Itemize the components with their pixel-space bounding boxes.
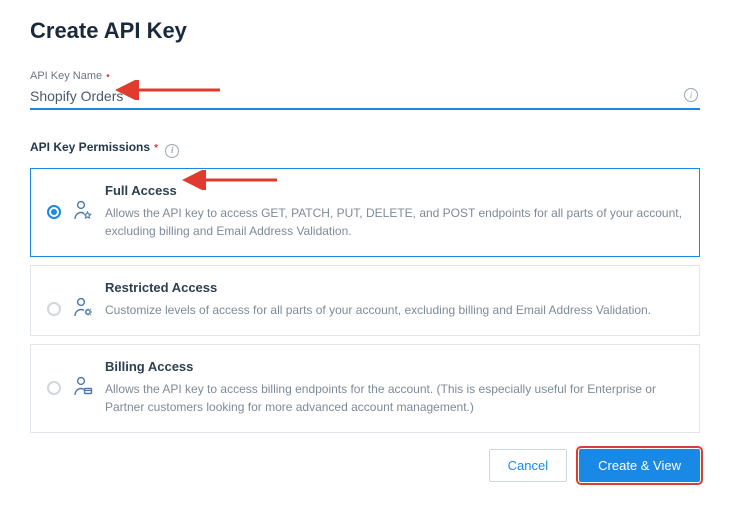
radio-restricted-access[interactable] [47,302,61,316]
permission-option-full-access[interactable]: Full Access Allows the API key to access… [30,168,700,257]
option-description: Customize levels of access for all parts… [105,301,683,319]
required-indicator: • [106,71,110,82]
option-body: Billing Access Allows the API key to acc… [105,359,683,416]
radio-full-access[interactable] [47,205,61,219]
api-key-name-label: API Key Name • [30,70,700,82]
cancel-button[interactable]: Cancel [489,449,567,482]
required-indicator: * [154,143,158,154]
permission-option-restricted-access[interactable]: Restricted Access Customize levels of ac… [30,265,700,336]
option-body: Full Access Allows the API key to access… [105,183,683,240]
info-icon[interactable]: i [684,88,698,102]
api-key-name-input[interactable] [30,86,700,108]
option-body: Restricted Access Customize levels of ac… [105,280,683,319]
radio-billing-access[interactable] [47,381,61,395]
page-title: Create API Key [30,18,700,44]
permissions-heading: API Key Permissions * i [30,140,700,158]
option-description: Allows the API key to access GET, PATCH,… [105,204,683,240]
option-description: Allows the API key to access billing end… [105,380,683,416]
option-title: Restricted Access [105,280,683,295]
action-bar: Cancel Create & View [30,449,700,482]
option-title: Full Access [105,183,683,198]
permissions-label-text: API Key Permissions [30,140,150,154]
person-card-icon [73,375,93,397]
permission-option-billing-access[interactable]: Billing Access Allows the API key to acc… [30,344,700,433]
api-key-name-wrap: i [30,86,700,110]
api-key-name-label-text: API Key Name [30,70,102,82]
create-and-view-button[interactable]: Create & View [579,449,700,482]
permission-options: Full Access Allows the API key to access… [30,168,700,433]
person-star-icon [73,199,93,221]
person-gear-icon [73,296,93,318]
option-title: Billing Access [105,359,683,374]
info-icon[interactable]: i [165,144,179,158]
